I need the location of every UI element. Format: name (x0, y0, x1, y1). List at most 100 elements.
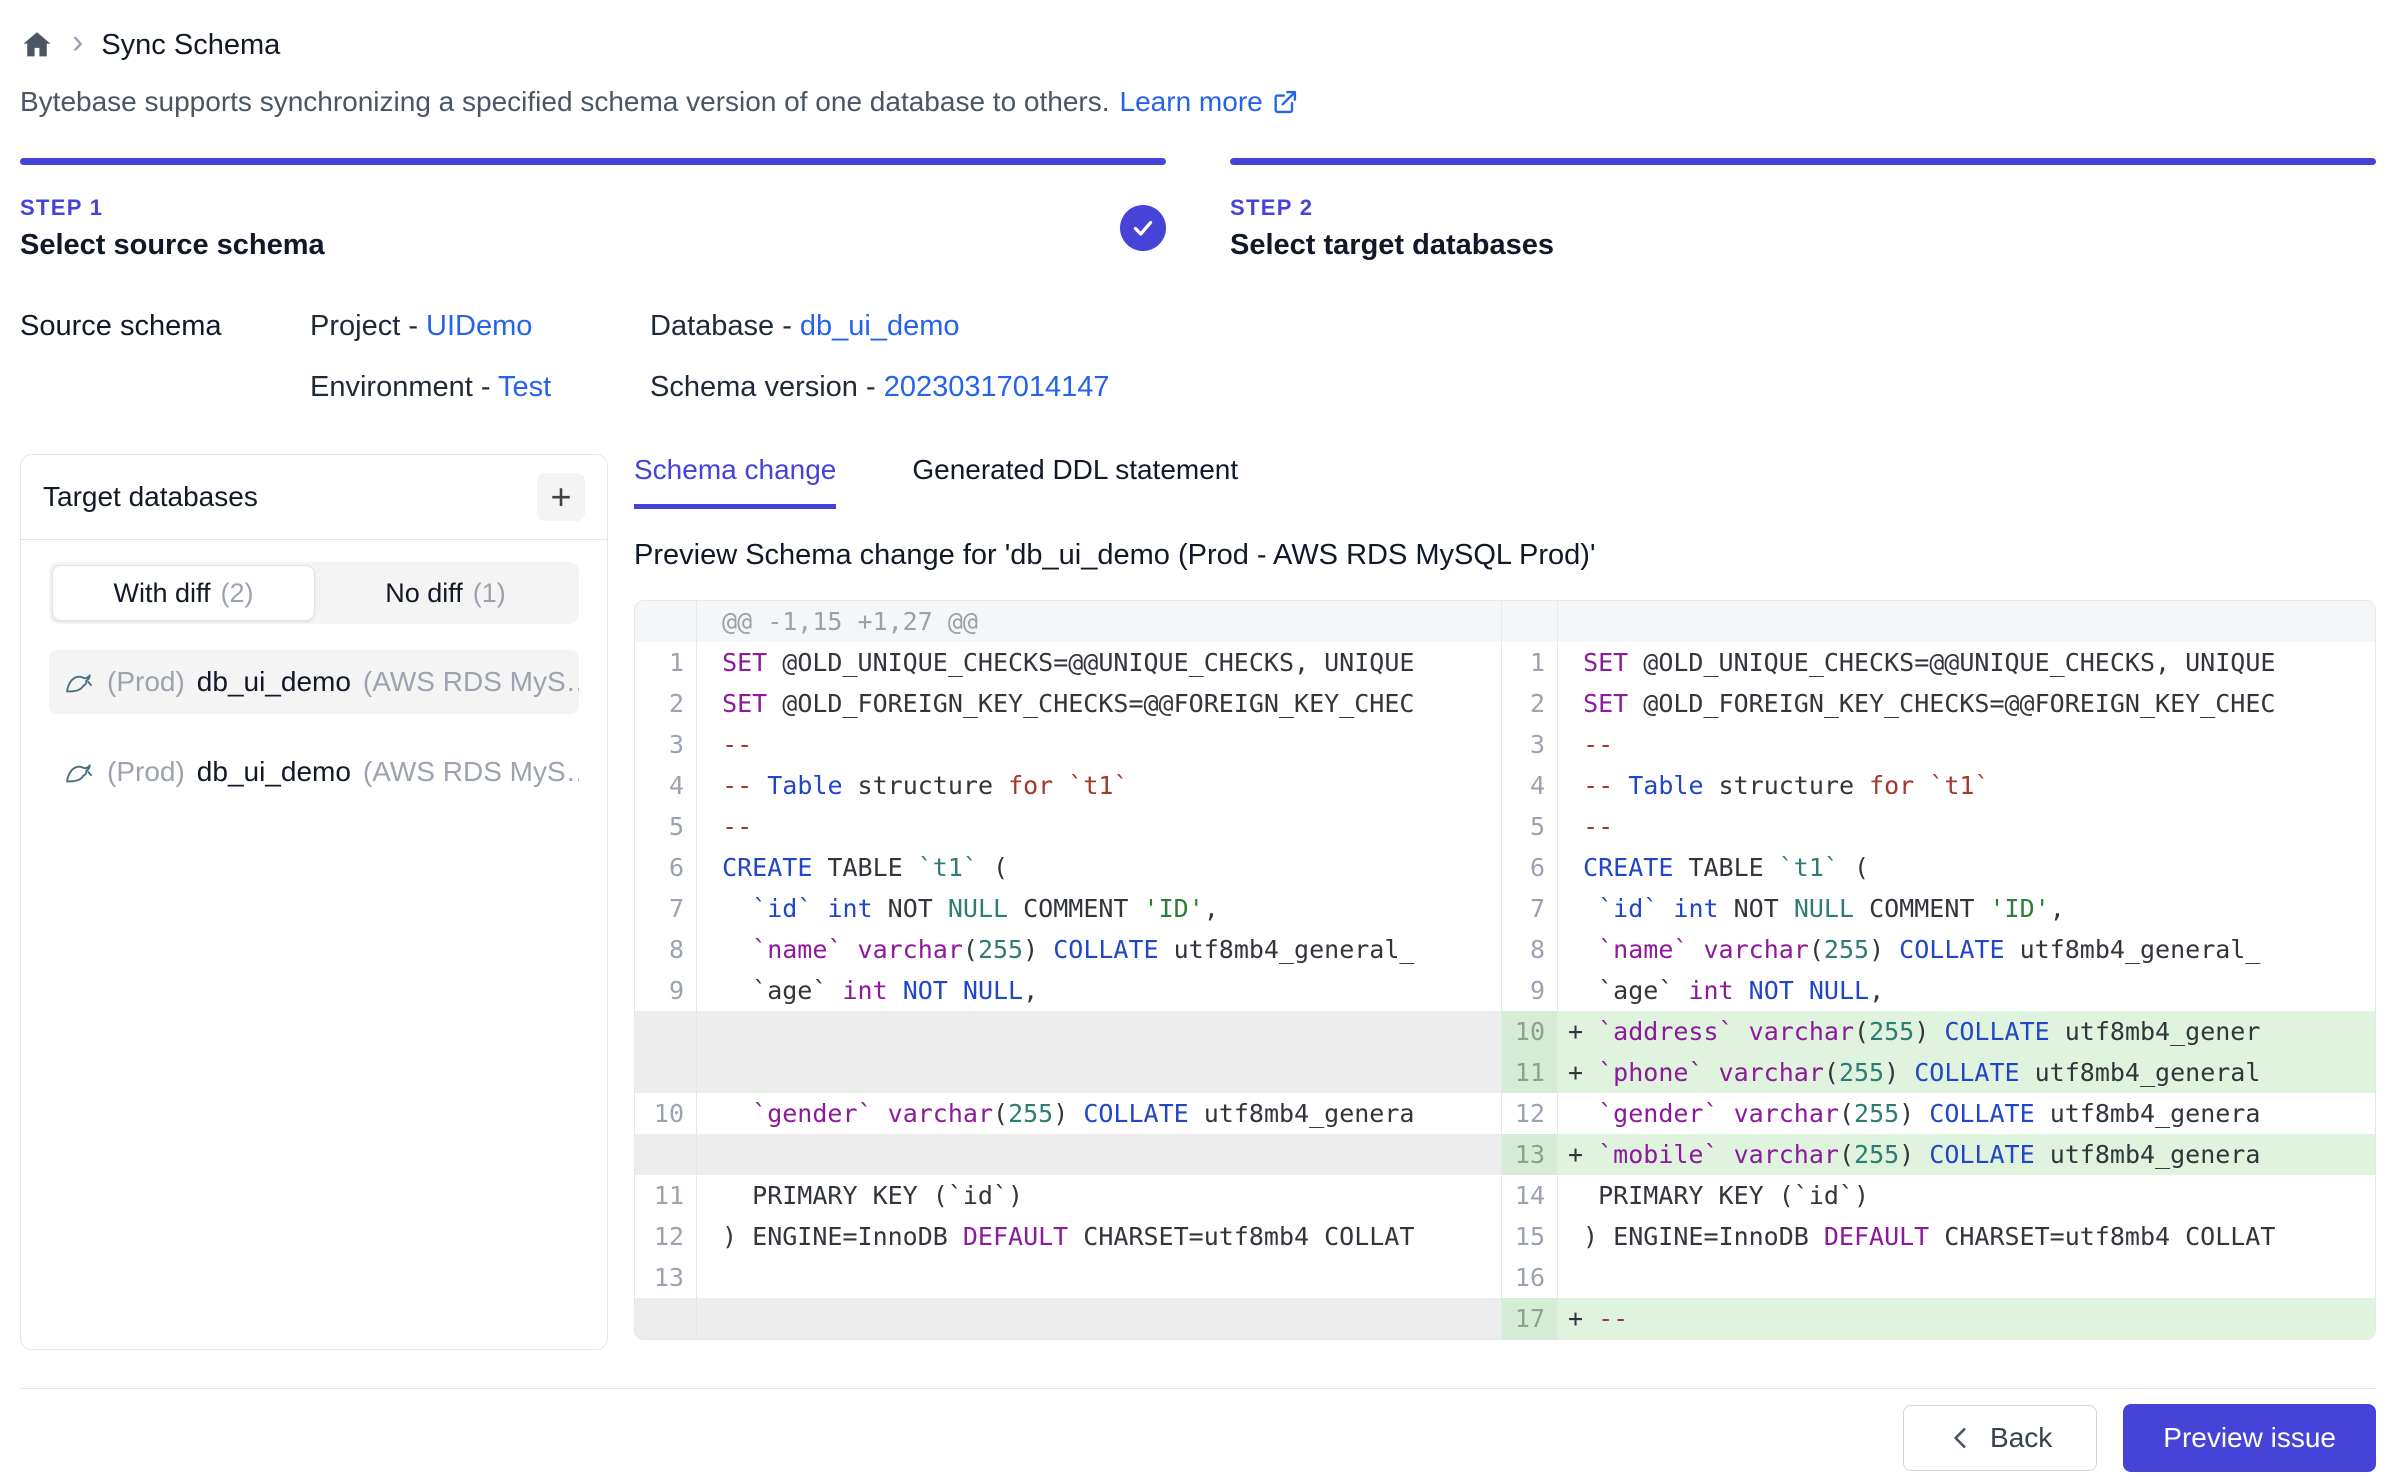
diff-row: 14 PRIMARY KEY (`id`) (1502, 1175, 2375, 1216)
external-link-icon (1271, 88, 1299, 116)
code-line: `age` int NOT NULL, (1558, 970, 2375, 1011)
line-number: 4 (635, 765, 697, 806)
sync-schema-page: › Sync Schema Bytebase supports synchron… (0, 0, 2396, 1480)
step-1: STEP 1 Select source schema (20, 158, 1166, 262)
line-number (635, 1011, 697, 1052)
diff-row: 9 `age` int NOT NULL, (1502, 970, 2375, 1011)
code-line: -- (697, 724, 1501, 765)
target-database-list: (Prod) db_ui_demo (AWS RDS MyS… (Prod) d… (49, 650, 579, 804)
preview-tabs: Schema change Generated DDL statement (634, 454, 2376, 509)
diff-row: 12 `gender` varchar(255) COLLATE utf8mb4… (1502, 1093, 2375, 1134)
code-line: `name` varchar(255) COLLATE utf8mb4_gene… (697, 929, 1501, 970)
code-line: `age` int NOT NULL, (697, 970, 1501, 1011)
diff-row: 16 (1502, 1257, 2375, 1298)
preview-issue-button[interactable]: Preview issue (2123, 1404, 2376, 1472)
code-line: `gender` varchar(255) COLLATE utf8mb4_ge… (697, 1093, 1501, 1134)
tab-no-diff[interactable]: No diff (1) (315, 565, 576, 621)
line-number: 1 (1502, 642, 1558, 683)
line-number: 15 (1502, 1216, 1558, 1257)
source-database: Database - db_ui_demo (650, 310, 2376, 343)
code-line: -- (1558, 806, 2375, 847)
diff-pane-source[interactable]: @@ -1,15 +1,27 @@1 SET @OLD_UNIQUE_CHECK… (635, 601, 1502, 1339)
line-number: 14 (1502, 1175, 1558, 1216)
line-number: 2 (1502, 683, 1558, 724)
diff-row: 1 SET @OLD_UNIQUE_CHECKS=@@UNIQUE_CHECKS… (1502, 642, 2375, 683)
db-instance: (AWS RDS MyS… (363, 756, 579, 788)
add-target-database-button[interactable]: + (537, 473, 585, 521)
footer-divider (20, 1388, 2376, 1389)
back-button[interactable]: Back (1903, 1405, 2097, 1471)
code-line (697, 1257, 1501, 1298)
line-number: 10 (635, 1093, 697, 1134)
code-line: + `phone` varchar(255) COLLATE utf8mb4_g… (1558, 1052, 2375, 1093)
environment-label: Environment - (310, 371, 498, 403)
tab-generated-ddl[interactable]: Generated DDL statement (912, 454, 1238, 509)
environment-link[interactable]: Test (498, 371, 551, 403)
tab-with-diff-label: With diff (113, 578, 210, 609)
line-number: 4 (1502, 765, 1558, 806)
breadcrumb: › Sync Schema (20, 24, 2376, 66)
step-2: STEP 2 Select target databases (1230, 158, 2376, 262)
line-number (1502, 601, 1558, 642)
main-content: Target databases + With diff (2) No diff… (20, 454, 2376, 1350)
db-environment: (Prod) (107, 666, 185, 698)
project-link[interactable]: UIDemo (426, 310, 532, 342)
code-line: + -- (1558, 1298, 2375, 1339)
code-line: ) ENGINE=InnoDB DEFAULT CHARSET=utf8mb4 … (697, 1216, 1501, 1257)
code-line (1558, 601, 2375, 642)
line-number: 17 (1502, 1298, 1558, 1339)
code-line: ) ENGINE=InnoDB DEFAULT CHARSET=utf8mb4 … (1558, 1216, 2375, 1257)
diff-row: 2 SET @OLD_FOREIGN_KEY_CHECKS=@@FOREIGN_… (635, 683, 1501, 724)
target-database-item[interactable]: (Prod) db_ui_demo (AWS RDS MyS… (49, 650, 579, 714)
diff-row (635, 1134, 1501, 1175)
line-number: 6 (635, 847, 697, 888)
line-number (635, 1052, 697, 1093)
code-line: + `mobile` varchar(255) COLLATE utf8mb4_… (1558, 1134, 2375, 1175)
line-number: 13 (1502, 1134, 1558, 1175)
page-title: Sync Schema (101, 29, 280, 62)
code-line: SET @OLD_UNIQUE_CHECKS=@@UNIQUE_CHECKS, … (1558, 642, 2375, 683)
home-icon[interactable] (20, 28, 54, 62)
diff-row: 13+ `mobile` varchar(255) COLLATE utf8mb… (1502, 1134, 2375, 1175)
code-line (697, 1298, 1501, 1339)
diff-row: 17+ -- (1502, 1298, 2375, 1339)
schema-preview-section: Schema change Generated DDL statement Pr… (634, 454, 2376, 1350)
diff-row: 2 SET @OLD_FOREIGN_KEY_CHECKS=@@FOREIGN_… (1502, 683, 2375, 724)
code-line: -- (1558, 724, 2375, 765)
learn-more-link[interactable]: Learn more (1120, 86, 1299, 118)
step-1-label: STEP 1 (20, 195, 1166, 221)
code-line: PRIMARY KEY (`id`) (697, 1175, 1501, 1216)
line-number: 3 (1502, 724, 1558, 765)
db-instance: (AWS RDS MyS… (363, 666, 579, 698)
diff-pane-target[interactable]: 1 SET @OLD_UNIQUE_CHECKS=@@UNIQUE_CHECKS… (1502, 601, 2375, 1339)
tab-no-diff-count: (1) (473, 578, 506, 609)
line-number: 10 (1502, 1011, 1558, 1052)
diff-filter-tabs: With diff (2) No diff (1) (49, 562, 579, 624)
source-schema-summary: Source schema Project - UIDemo Database … (20, 310, 2376, 404)
target-database-item[interactable]: (Prod) db_ui_demo (AWS RDS MyS… (49, 740, 579, 804)
target-databases-title: Target databases (43, 481, 258, 513)
line-number (635, 601, 697, 642)
diff-row: 5 -- (1502, 806, 2375, 847)
code-line: -- Table structure for `t1` (1558, 765, 2375, 806)
db-environment: (Prod) (107, 756, 185, 788)
diff-row: 13 (635, 1257, 1501, 1298)
tab-schema-change[interactable]: Schema change (634, 454, 836, 509)
step-2-label: STEP 2 (1230, 195, 2376, 221)
diff-row: @@ -1,15 +1,27 @@ (635, 601, 1501, 642)
diff-row: 3 -- (1502, 724, 2375, 765)
diff-row: 5 -- (635, 806, 1501, 847)
back-button-label: Back (1990, 1422, 2052, 1454)
code-line: -- Table structure for `t1` (697, 765, 1501, 806)
diff-row: 9 `age` int NOT NULL, (635, 970, 1501, 1011)
line-number: 12 (1502, 1093, 1558, 1134)
database-link[interactable]: db_ui_demo (800, 310, 960, 342)
schema-version-link[interactable]: 20230317014147 (884, 371, 1110, 403)
diff-row: 8 `name` varchar(255) COLLATE utf8mb4_ge… (635, 929, 1501, 970)
line-number: 1 (635, 642, 697, 683)
line-number: 3 (635, 724, 697, 765)
source-schema-label: Source schema (20, 310, 310, 343)
code-line: SET @OLD_FOREIGN_KEY_CHECKS=@@FOREIGN_KE… (1558, 683, 2375, 724)
tab-with-diff[interactable]: With diff (2) (52, 565, 315, 621)
diff-row: 10 `gender` varchar(255) COLLATE utf8mb4… (635, 1093, 1501, 1134)
